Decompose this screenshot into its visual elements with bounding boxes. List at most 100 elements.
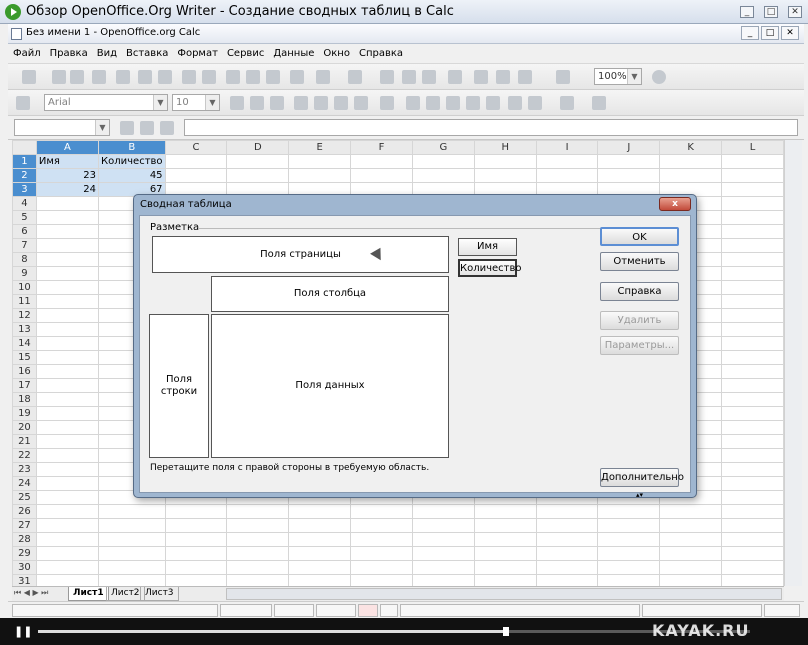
cell-j2[interactable]	[597, 168, 661, 183]
row-header[interactable]: 7	[12, 238, 37, 253]
cell-j1[interactable]	[597, 154, 661, 169]
cell-l31[interactable]	[721, 574, 784, 586]
cell-b1[interactable]: Количество	[98, 154, 166, 169]
zoom-select[interactable]: 100% ▼	[594, 68, 642, 85]
cell-l10[interactable]	[721, 280, 784, 295]
cell-g2[interactable]	[411, 168, 475, 183]
row-header[interactable]: 30	[12, 560, 37, 575]
cell-a31[interactable]	[35, 574, 100, 586]
column-header[interactable]: J	[597, 140, 661, 155]
cell-d28[interactable]	[226, 532, 290, 547]
cell-l23[interactable]	[721, 462, 784, 477]
size-dropdown-icon[interactable]: ▼	[205, 95, 219, 110]
cell-l11[interactable]	[721, 294, 784, 309]
options-button[interactable]: Параметры...	[600, 336, 679, 355]
print-icon[interactable]	[138, 70, 152, 84]
autospell-icon[interactable]	[202, 70, 216, 84]
cell-a8[interactable]	[35, 252, 100, 267]
cell-b27[interactable]	[98, 518, 166, 533]
column-header[interactable]: F	[350, 140, 413, 155]
player-restore-button[interactable]: □	[764, 6, 778, 18]
cell-a16[interactable]	[35, 364, 100, 379]
menu-help[interactable]: Справка	[354, 44, 407, 59]
cell-l13[interactable]	[721, 322, 784, 337]
cell-a12[interactable]	[35, 308, 100, 323]
cell-e1[interactable]	[288, 154, 352, 169]
cell-f31[interactable]	[350, 574, 413, 586]
cell-i26[interactable]	[535, 504, 599, 519]
row-header[interactable]: 12	[12, 308, 37, 323]
row-header[interactable]: 23	[12, 462, 37, 477]
row-header[interactable]: 19	[12, 406, 37, 421]
sheet-tab-1[interactable]: Лист1	[68, 587, 109, 601]
merge-cells-icon[interactable]	[380, 96, 394, 110]
undo-icon[interactable]	[316, 70, 330, 84]
cell-l19[interactable]	[721, 406, 784, 421]
cell-h27[interactable]	[473, 518, 537, 533]
cell-k26[interactable]	[659, 504, 723, 519]
cell-i27[interactable]	[535, 518, 599, 533]
cell-i30[interactable]	[535, 560, 599, 575]
font-color-icon[interactable]	[592, 96, 606, 110]
cell-a3[interactable]: 24	[35, 182, 100, 197]
menu-file[interactable]: Файл	[8, 44, 45, 59]
save-icon[interactable]	[70, 70, 84, 84]
cell-l16[interactable]	[721, 364, 784, 379]
cell-b28[interactable]	[98, 532, 166, 547]
row-header[interactable]: 11	[12, 294, 37, 309]
cell-j28[interactable]	[597, 532, 661, 547]
cell-a18[interactable]	[35, 392, 100, 407]
cell-f29[interactable]	[350, 546, 413, 561]
cell-g26[interactable]	[411, 504, 475, 519]
cell-l5[interactable]	[721, 210, 784, 225]
cell-h2[interactable]	[473, 168, 537, 183]
remove-decimal-icon[interactable]	[486, 96, 500, 110]
cell-a14[interactable]	[35, 336, 100, 351]
row-header[interactable]: 25	[12, 490, 37, 505]
horizontal-scrollbar[interactable]	[226, 588, 782, 600]
gallery-icon[interactable]	[496, 70, 510, 84]
copy-icon[interactable]	[246, 70, 260, 84]
cell-k1[interactable]	[659, 154, 723, 169]
column-header[interactable]: D	[226, 140, 290, 155]
cell-g27[interactable]	[411, 518, 475, 533]
cell-l17[interactable]	[721, 378, 784, 393]
delete-button[interactable]: Удалить	[600, 311, 679, 330]
background-color-icon[interactable]	[560, 96, 574, 110]
cell-g28[interactable]	[411, 532, 475, 547]
menu-window[interactable]: Окно	[318, 44, 354, 59]
cell-a2[interactable]: 23	[35, 168, 100, 183]
row-header[interactable]: 18	[12, 392, 37, 407]
formula-input[interactable]	[184, 119, 798, 136]
cell-l21[interactable]	[721, 434, 784, 449]
row-header[interactable]: 27	[12, 518, 37, 533]
cell-k30[interactable]	[659, 560, 723, 575]
help-button[interactable]: Справка	[600, 282, 679, 301]
app-minimize-button[interactable]: _	[741, 26, 759, 40]
select-all-corner[interactable]	[12, 140, 37, 155]
row-header[interactable]: 26	[12, 504, 37, 519]
percent-icon[interactable]	[426, 96, 440, 110]
column-header[interactable]: B	[98, 140, 166, 155]
hyperlink-icon[interactable]	[380, 70, 394, 84]
italic-icon[interactable]	[250, 96, 264, 110]
cell-f2[interactable]	[350, 168, 413, 183]
menu-format[interactable]: Формат	[172, 44, 222, 59]
font-size-field[interactable]: 10 ▼	[172, 94, 220, 111]
player-minimize-button[interactable]: _	[740, 6, 754, 18]
row-header[interactable]: 9	[12, 266, 37, 281]
cell-a27[interactable]	[35, 518, 100, 533]
cell-l6[interactable]	[721, 224, 784, 239]
cell-a22[interactable]	[35, 448, 100, 463]
cell-l8[interactable]	[721, 252, 784, 267]
cell-l14[interactable]	[721, 336, 784, 351]
row-header[interactable]: 3	[12, 182, 37, 197]
row-header[interactable]: 2	[12, 168, 37, 183]
cell-i2[interactable]	[535, 168, 599, 183]
cell-l1[interactable]	[721, 154, 784, 169]
function-wizard-icon[interactable]	[120, 121, 134, 135]
cell-g31[interactable]	[411, 574, 475, 586]
player-close-button[interactable]: ✕	[788, 6, 802, 18]
row-header[interactable]: 6	[12, 224, 37, 239]
cell-c31[interactable]	[164, 574, 228, 586]
